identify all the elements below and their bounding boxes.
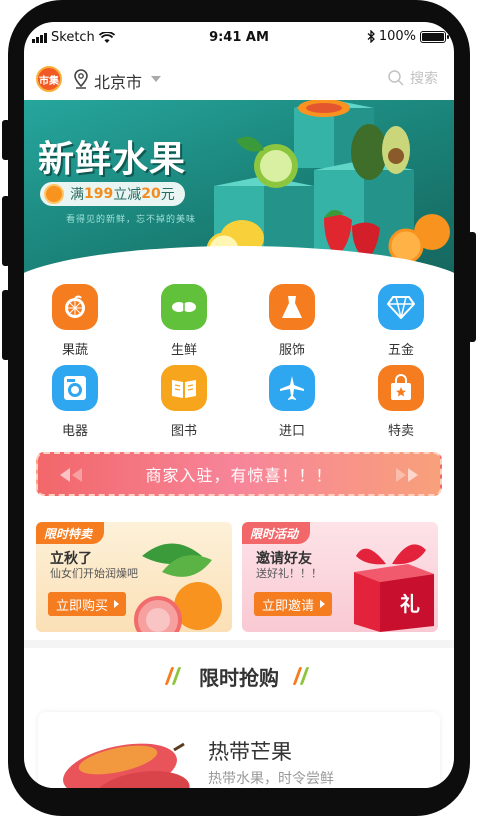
category-fresh[interactable]: 生鲜 xyxy=(144,284,224,358)
orange-fruit-icon xyxy=(52,284,98,330)
card-subtitle: 送好礼！！！ xyxy=(256,567,322,580)
battery-icon xyxy=(420,30,449,43)
chevron-down-icon[interactable] xyxy=(151,76,161,82)
battery-percent: 100% xyxy=(378,29,416,44)
category-label: 服饰 xyxy=(278,343,305,358)
search-box[interactable]: 搜索 xyxy=(388,68,438,88)
category-appliances[interactable]: 电器 xyxy=(35,365,115,439)
dress-icon xyxy=(269,284,315,330)
decor-stripes-right xyxy=(292,667,316,685)
book-icon xyxy=(161,365,207,411)
banner-title: 新鲜水果 xyxy=(38,138,187,180)
gift-char: 礼 xyxy=(400,592,420,616)
mango-image xyxy=(63,742,190,788)
category-imports[interactable]: 进口 xyxy=(252,365,332,439)
search-icon xyxy=(388,70,404,86)
citrus-illustration xyxy=(134,543,222,632)
mute-switch xyxy=(2,120,10,160)
diamond-icon xyxy=(378,284,424,330)
product-card[interactable]: 热带芒果 热带水果，时令尝鲜 xyxy=(38,712,440,788)
app-logo: 市集 xyxy=(36,66,62,92)
shopping-bag-icon xyxy=(378,365,424,411)
limited-sale-card[interactable]: 限时特卖 立秋了 仙女们开始润燥吧 立即购买 xyxy=(36,522,232,632)
category-books[interactable]: 图书 xyxy=(144,365,224,439)
banner-subtitle: 看得见的新鲜，忘不掉的美味 xyxy=(66,215,197,225)
category-label: 电器 xyxy=(61,424,88,439)
power-button xyxy=(468,232,476,342)
chevron-left-icon xyxy=(60,468,70,482)
washing-machine-icon xyxy=(52,365,98,411)
carousel-dots[interactable] xyxy=(216,250,248,256)
invite-now-button[interactable]: 立即邀请 xyxy=(254,592,333,616)
category-sale[interactable]: 特卖 xyxy=(361,365,441,439)
card-subtitle: 仙女们开始润燥吧 xyxy=(50,567,138,580)
card-tag: 限时特卖 xyxy=(36,522,105,544)
category-label: 进口 xyxy=(278,424,305,439)
orange-slice-icon xyxy=(44,184,64,204)
category-label: 果蔬 xyxy=(61,343,88,358)
category-fruit-veg[interactable]: 果蔬 xyxy=(35,284,115,358)
promo-discount-amount: 20 xyxy=(141,186,161,202)
bluetooth-icon xyxy=(367,30,375,43)
airplane-icon xyxy=(269,365,315,411)
category-label: 特卖 xyxy=(387,424,414,439)
volume-down-button xyxy=(2,290,10,360)
search-placeholder: 搜索 xyxy=(410,71,438,87)
carousel-dot-1[interactable] xyxy=(216,250,224,256)
volume-up-button xyxy=(2,196,10,266)
category-clothing[interactable]: 服饰 xyxy=(252,284,332,358)
promo-banner[interactable]: 新鲜水果 满 199 立减 20 元 看得见的新鲜，忘不掉的美味 xyxy=(24,100,454,276)
category-label: 图书 xyxy=(170,424,197,439)
chevron-left-icon xyxy=(72,468,82,482)
limited-event-card[interactable]: 礼 限时活动 邀请好友 送好礼！！！ 立即邀请 xyxy=(242,522,438,632)
promo-threshold: 199 xyxy=(84,186,114,202)
section-divider xyxy=(24,640,454,648)
status-bar: Sketch 9:41 AM 100% xyxy=(24,22,454,56)
category-label: 五金 xyxy=(387,343,414,358)
merchant-join-banner[interactable]: 商家入驻，有惊喜！！！ xyxy=(36,452,442,496)
buy-now-button[interactable]: 立即购买 xyxy=(48,592,127,616)
chevron-right-icon xyxy=(396,468,406,482)
chevron-right-icon xyxy=(408,468,418,482)
promo-suffix: 元 xyxy=(160,187,175,203)
city-selector[interactable]: 北京市 xyxy=(94,69,142,93)
product-name: 热带芒果 xyxy=(208,740,292,764)
promo-mid: 立减 xyxy=(113,187,142,203)
gift-box-illustration xyxy=(354,544,434,632)
peanut-icon xyxy=(161,284,207,330)
location-pin-icon[interactable] xyxy=(73,69,89,89)
product-desc: 热带水果，时令尝鲜 xyxy=(208,771,334,787)
category-label: 生鲜 xyxy=(170,343,197,358)
category-hardware[interactable]: 五金 xyxy=(361,284,441,358)
top-header: 市集 北京市 搜索 xyxy=(24,62,454,98)
promo-prefix: 满 xyxy=(70,187,84,203)
merchant-join-text: 商家入驻，有惊喜！！！ xyxy=(145,466,333,485)
carousel-dot-2[interactable] xyxy=(230,250,236,256)
app-screen: Sketch 9:41 AM 100% 市集 北京市 搜索 新鲜水果 满 199… xyxy=(24,22,454,788)
carousel-dot-3[interactable] xyxy=(242,250,248,256)
flash-sale-title: 限时抢购 xyxy=(199,666,279,690)
card-tag: 限时活动 xyxy=(242,522,311,544)
